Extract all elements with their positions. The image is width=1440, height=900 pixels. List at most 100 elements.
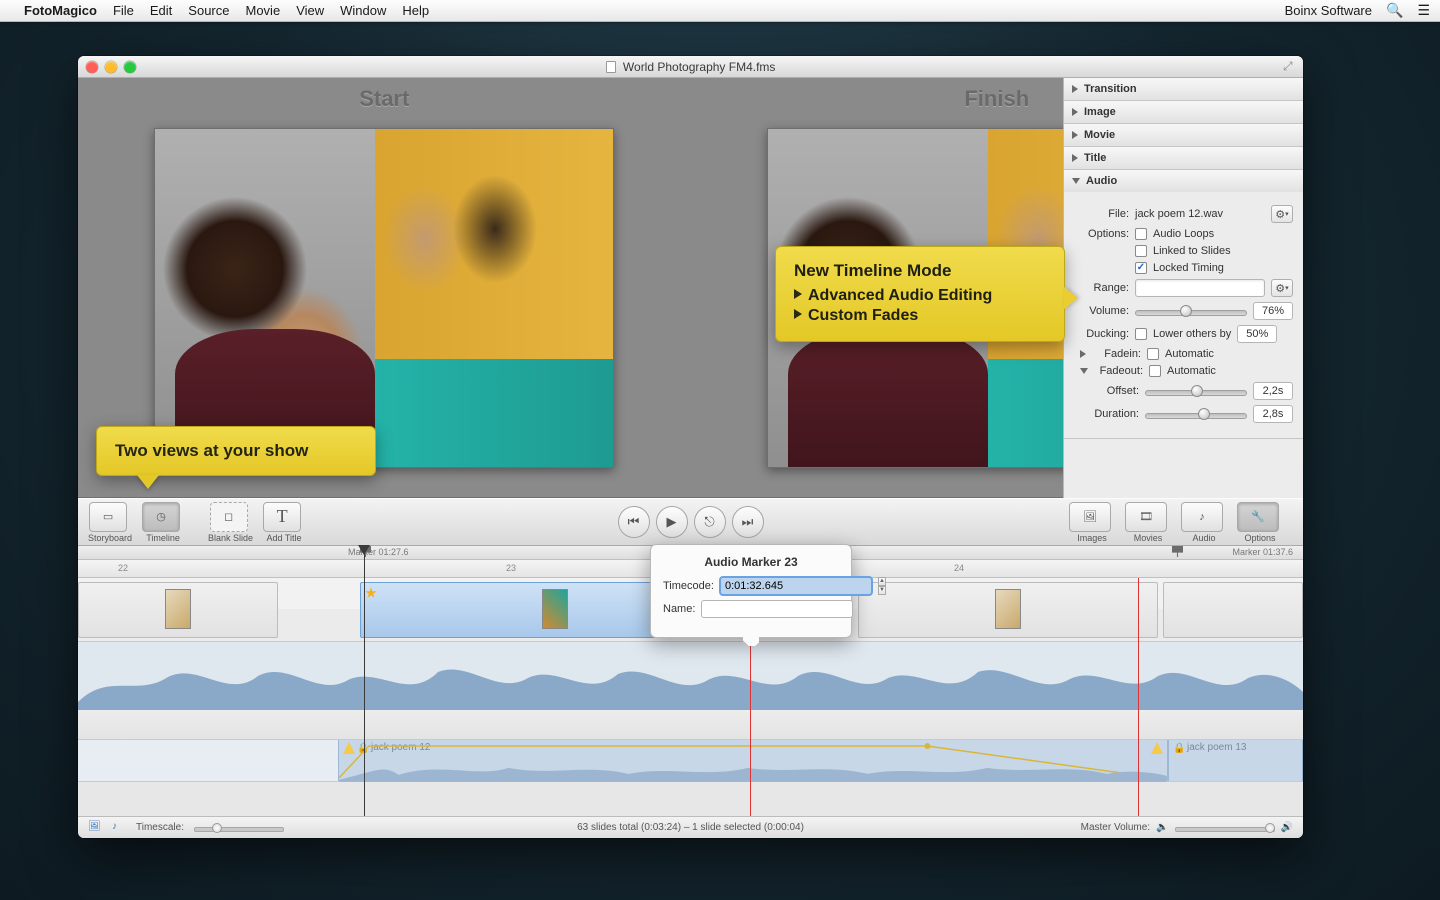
fadein-label: Fadein: <box>1094 348 1141 360</box>
callout-two-views: Two views at your show <box>96 426 376 476</box>
range-gear-button[interactable]: ⚙▾ <box>1271 279 1293 297</box>
chevron-icon <box>794 289 802 299</box>
movies-label: Movies <box>1134 533 1163 543</box>
star-icon <box>365 587 377 599</box>
inspector-image-header[interactable]: Image <box>1064 101 1303 123</box>
fadein-auto-checkbox[interactable] <box>1147 348 1159 360</box>
volume-value[interactable]: 76% <box>1253 302 1293 320</box>
master-volume-slider[interactable] <box>1175 822 1275 834</box>
start-slide-frame[interactable] <box>154 128 614 468</box>
status-bar: 🖼 ♪ Timescale: 63 slides total (0:03:24)… <box>78 816 1303 838</box>
blank-slide-label: Blank Slide <box>208 533 253 543</box>
share-button[interactable]: ⎋ <box>694 506 726 538</box>
add-title-label: Add Title <box>267 533 302 543</box>
audio-clip[interactable]: 🔒 jack poem 13 <box>1168 740 1303 781</box>
audio-label: Audio <box>1192 533 1215 543</box>
window-zoom-button[interactable] <box>124 61 136 73</box>
fullscreen-icon[interactable]: ⤢ <box>1283 59 1297 73</box>
inspector-audio-header[interactable]: Audio <box>1064 170 1303 192</box>
ducking-text: Lower others by <box>1153 328 1231 340</box>
movies-button[interactable]: 🎞 <box>1125 502 1167 532</box>
notification-center-icon[interactable]: ☰ <box>1417 2 1430 19</box>
disclosure-icon[interactable] <box>1080 368 1088 374</box>
menu-help[interactable]: Help <box>402 3 429 18</box>
ducking-value[interactable]: 50% <box>1237 325 1277 343</box>
add-title-button[interactable]: T <box>263 502 301 532</box>
fadeout-label: Fadeout: <box>1096 365 1143 377</box>
offset-value[interactable]: 2,2s <box>1253 382 1293 400</box>
menu-source[interactable]: Source <box>188 3 229 18</box>
inspector-movie-label: Movie <box>1084 129 1115 141</box>
duration-slider[interactable] <box>1145 407 1247 421</box>
finish-label: Finish <box>964 86 1029 112</box>
timeline-button[interactable]: ◷ <box>142 502 180 532</box>
audio-button[interactable]: ♪ <box>1181 502 1223 532</box>
fadeout-auto-checkbox[interactable] <box>1149 365 1161 377</box>
window-titlebar[interactable]: World Photography FM4.fms ⤢ <box>78 56 1303 78</box>
disclosure-icon <box>1072 108 1078 116</box>
window-title: World Photography FM4.fms <box>623 60 776 74</box>
forward-button[interactable]: ⏭ <box>732 506 764 538</box>
spotlight-icon[interactable]: 🔍 <box>1386 2 1403 19</box>
offset-slider[interactable] <box>1145 384 1247 398</box>
timescale-slider[interactable] <box>194 822 284 834</box>
audio-clip[interactable]: 🔒 jack poem 12 <box>338 740 1168 781</box>
timescale-label: Timescale: <box>136 822 184 833</box>
timecode-stepper[interactable]: ▲▼ <box>878 577 886 595</box>
play-button[interactable]: ▶ <box>656 506 688 538</box>
volume-max-icon: 🔊 <box>1281 822 1293 833</box>
offset-label: Offset: <box>1084 385 1139 397</box>
locked-timing-checkbox[interactable] <box>1135 262 1147 274</box>
file-label: File: <box>1074 208 1129 220</box>
app-menu[interactable]: FotoMagico <box>24 3 97 18</box>
linked-slides-checkbox[interactable] <box>1135 245 1147 257</box>
audio-loops-checkbox[interactable] <box>1135 228 1147 240</box>
menubar-vendor[interactable]: Boinx Software <box>1285 3 1372 18</box>
waveform <box>78 642 1303 710</box>
marker-flag-icon[interactable] <box>1172 546 1183 557</box>
menu-movie[interactable]: Movie <box>246 3 281 18</box>
volume-slider[interactable] <box>1135 304 1247 318</box>
popover-title: Audio Marker 23 <box>663 555 839 569</box>
storyboard-button[interactable]: ▭ <box>89 502 127 532</box>
blank-slide-button[interactable]: ◻ <box>210 502 248 532</box>
photo-lying <box>375 129 613 359</box>
disclosure-icon[interactable] <box>1080 350 1086 358</box>
images-button[interactable]: 🖼 <box>1069 502 1111 532</box>
menu-view[interactable]: View <box>296 3 324 18</box>
inspector-title-header[interactable]: Title <box>1064 147 1303 169</box>
rewind-button[interactable]: ⏮ <box>618 506 650 538</box>
disclosure-icon <box>1072 178 1080 184</box>
disclosure-icon <box>1072 154 1078 162</box>
photo-tool-icon[interactable]: 🖼 <box>88 821 102 835</box>
inspector-movie-header[interactable]: Movie <box>1064 124 1303 146</box>
options-button[interactable]: 🔧 <box>1237 502 1279 532</box>
inspector-transition-header[interactable]: Transition <box>1064 78 1303 100</box>
menu-edit[interactable]: Edit <box>150 3 172 18</box>
name-input[interactable] <box>701 600 853 618</box>
callout-line: Advanced Audio Editing <box>808 287 992 304</box>
slide-clip[interactable] <box>858 582 1158 638</box>
timecode-input[interactable] <box>720 577 872 595</box>
audio-tool-icon[interactable]: ♪ <box>112 821 126 835</box>
marker-line[interactable] <box>1138 578 1139 816</box>
audio-track-1[interactable] <box>78 642 1303 710</box>
slide-clip[interactable] <box>78 582 278 638</box>
playhead[interactable] <box>364 546 365 816</box>
ducking-checkbox[interactable] <box>1135 328 1147 340</box>
slide-clip[interactable] <box>1163 582 1303 638</box>
popover-arrow <box>743 637 759 646</box>
window-minimize-button[interactable] <box>105 61 117 73</box>
menu-file[interactable]: File <box>113 3 134 18</box>
audio-track-2[interactable]: 🔒 jack poem 12 🔒 jack poem 13 <box>78 740 1303 782</box>
volume-label: Volume: <box>1074 305 1129 317</box>
timeline-label: Timeline <box>146 533 180 543</box>
fadein-auto-label: Automatic <box>1165 348 1214 360</box>
duration-label: Duration: <box>1084 408 1139 420</box>
callout-text: Two views at your show <box>115 441 308 460</box>
window-close-button[interactable] <box>86 61 98 73</box>
menu-window[interactable]: Window <box>340 3 386 18</box>
file-gear-button[interactable]: ⚙▾ <box>1271 205 1293 223</box>
duration-value[interactable]: 2,8s <box>1253 405 1293 423</box>
range-field[interactable] <box>1135 279 1265 297</box>
